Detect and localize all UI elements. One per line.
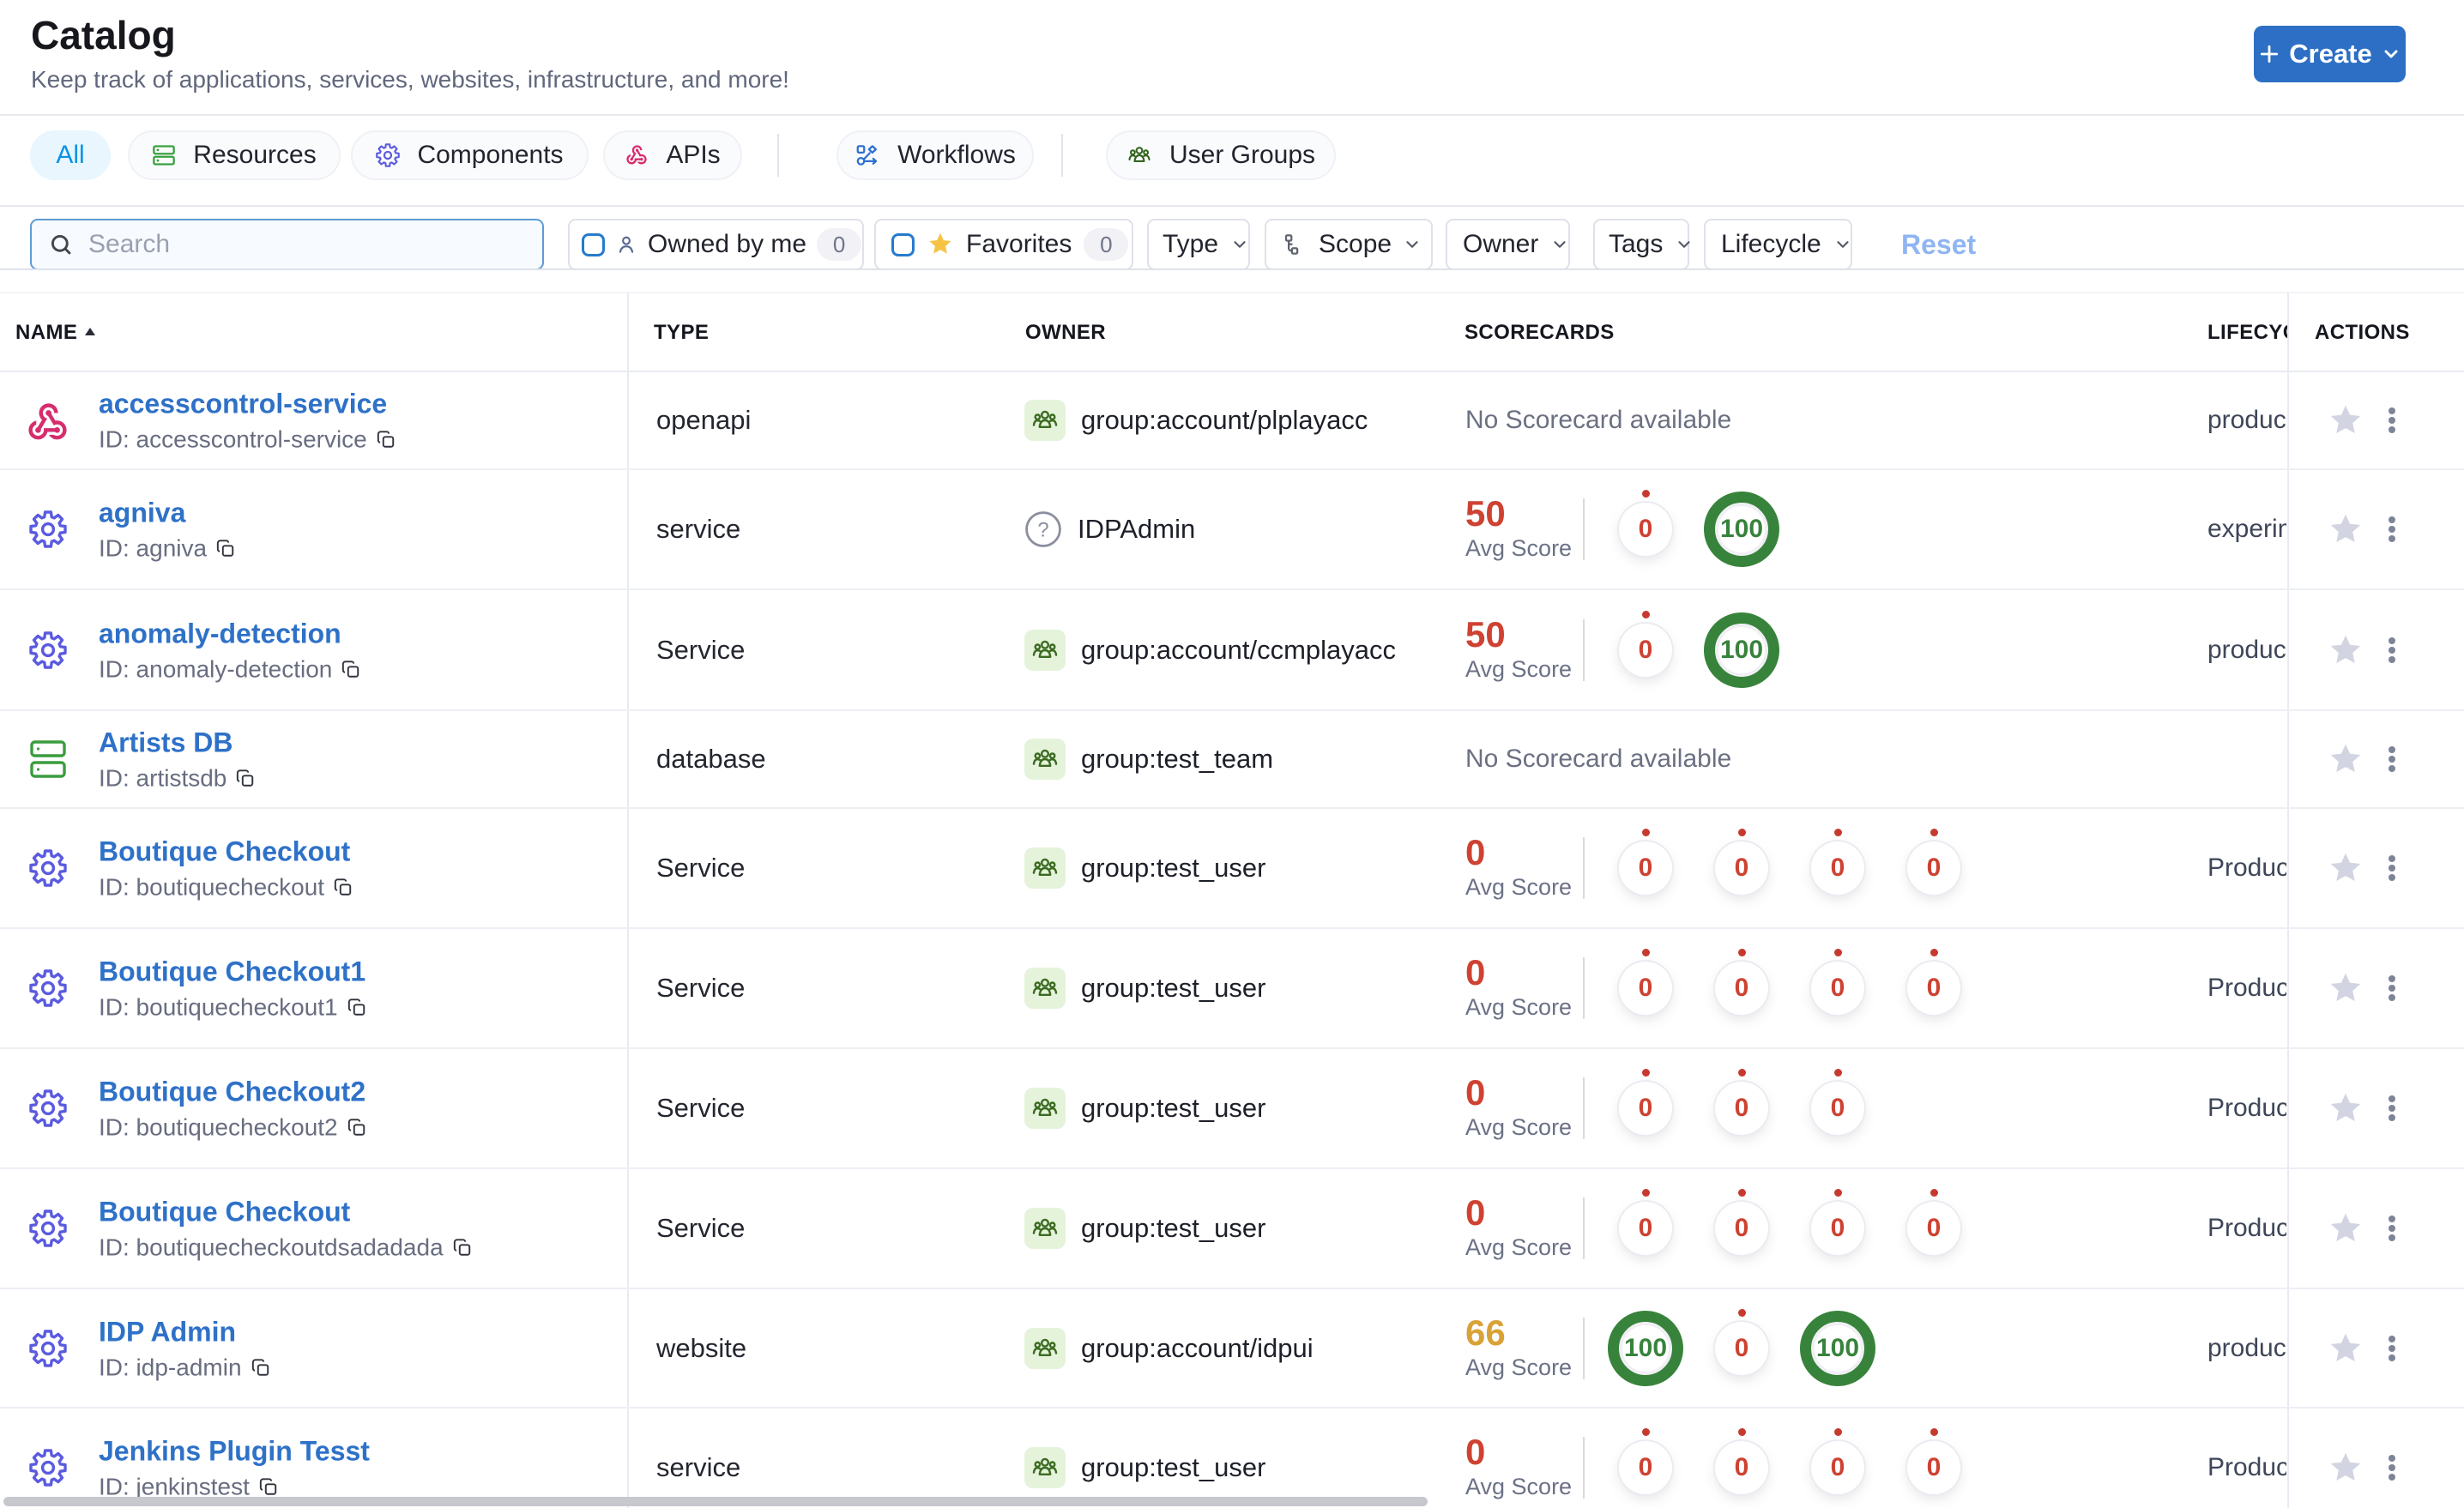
svg-text:?: ? <box>1037 518 1048 541</box>
